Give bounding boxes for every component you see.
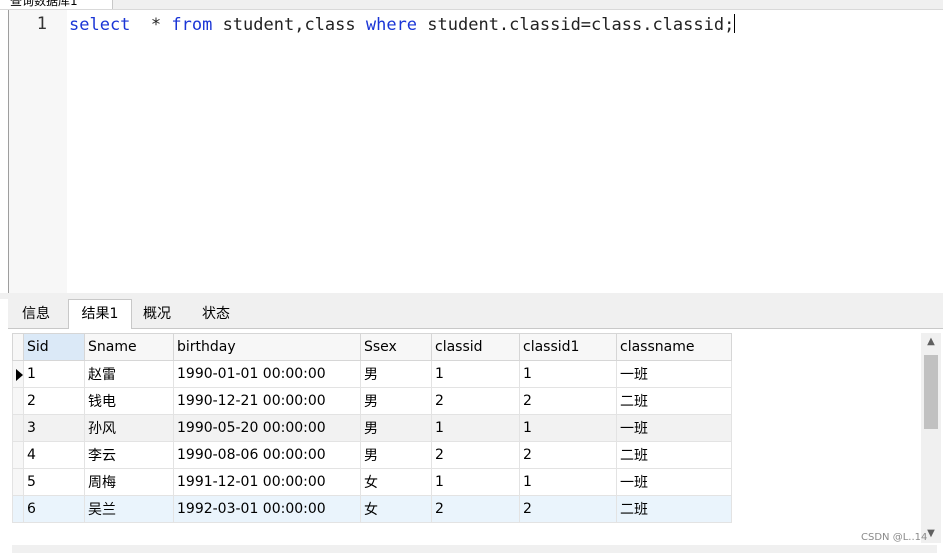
cell-classname[interactable]: 二班 bbox=[616, 441, 732, 469]
table-row[interactable]: 3 孙风 1990-05-20 00:00:00 男 1 1 一班 bbox=[12, 414, 732, 442]
tab-status[interactable]: 状态 bbox=[188, 301, 244, 327]
cell-birthday[interactable]: 1990-08-06 00:00:00 bbox=[173, 441, 361, 469]
query-tab-label: 查询数据库1 bbox=[10, 0, 78, 8]
current-row-indicator bbox=[12, 360, 24, 388]
cell-classid[interactable]: 2 bbox=[431, 387, 520, 415]
sql-editor[interactable]: 1 select * from student,class where stud… bbox=[8, 10, 943, 293]
cell-sname[interactable]: 吴兰 bbox=[84, 495, 174, 523]
header-row: Sid Sname birthday Ssex classid classid1… bbox=[12, 333, 732, 361]
cell-classid[interactable]: 1 bbox=[431, 414, 520, 442]
cell-classid[interactable]: 2 bbox=[431, 441, 520, 469]
cell-sname[interactable]: 李云 bbox=[84, 441, 174, 469]
tab-info[interactable]: 信息 bbox=[8, 301, 64, 327]
cell-ssex[interactable]: 男 bbox=[360, 414, 432, 442]
code-text-condition: student.classid=class.classid; bbox=[417, 15, 735, 35]
cell-sid[interactable]: 1 bbox=[23, 360, 85, 388]
watermark: CSDN @L..14 bbox=[861, 532, 928, 543]
column-header-classname[interactable]: classname bbox=[616, 333, 732, 361]
cell-classid1[interactable]: 2 bbox=[519, 387, 617, 415]
cell-classid[interactable]: 2 bbox=[431, 495, 520, 523]
row-indicator bbox=[12, 387, 24, 415]
cell-sname[interactable]: 孙风 bbox=[84, 414, 174, 442]
current-row-arrow-icon bbox=[16, 369, 23, 381]
cell-sname[interactable]: 周梅 bbox=[84, 468, 174, 496]
cell-classid[interactable]: 1 bbox=[431, 360, 520, 388]
code-text-star: * bbox=[130, 15, 172, 35]
cell-ssex[interactable]: 男 bbox=[360, 360, 432, 388]
cell-classid1[interactable]: 1 bbox=[519, 360, 617, 388]
row-indicator bbox=[12, 468, 24, 496]
table-row[interactable]: 4 李云 1990-08-06 00:00:00 男 2 2 二班 bbox=[12, 441, 732, 469]
tab-result1[interactable]: 结果1 bbox=[68, 299, 132, 330]
query-tab[interactable]: 查询数据库1 bbox=[0, 0, 113, 9]
table-row[interactable]: 1 赵雷 1990-01-01 00:00:00 男 1 1 一班 bbox=[12, 360, 732, 388]
cell-sid[interactable]: 3 bbox=[23, 414, 85, 442]
column-header-classid[interactable]: classid bbox=[431, 333, 520, 361]
table-row[interactable]: 6 吴兰 1992-03-01 00:00:00 女 2 2 二班 bbox=[12, 495, 732, 523]
cell-classname[interactable]: 二班 bbox=[616, 495, 732, 523]
cell-ssex[interactable]: 女 bbox=[360, 468, 432, 496]
result-tabs: 信息 结果1 概况 状态 bbox=[8, 299, 943, 330]
cell-ssex[interactable]: 男 bbox=[360, 387, 432, 415]
cell-birthday[interactable]: 1991-12-01 00:00:00 bbox=[173, 468, 361, 496]
cell-birthday[interactable]: 1990-05-20 00:00:00 bbox=[173, 414, 361, 442]
cell-classname[interactable]: 一班 bbox=[616, 468, 732, 496]
cell-classname[interactable]: 二班 bbox=[616, 387, 732, 415]
row-indicator bbox=[12, 495, 24, 523]
cell-classname[interactable]: 一班 bbox=[616, 414, 732, 442]
chevron-up-icon[interactable]: ▲ bbox=[921, 333, 941, 351]
cell-sid[interactable]: 2 bbox=[23, 387, 85, 415]
result-grid: Sid Sname birthday Ssex classid classid1… bbox=[12, 333, 732, 523]
cell-sname[interactable]: 赵雷 bbox=[84, 360, 174, 388]
cell-classid[interactable]: 1 bbox=[431, 468, 520, 496]
query-tab-strip: 查询数据库1 bbox=[0, 0, 943, 10]
row-indicator bbox=[12, 441, 24, 469]
column-header-sid[interactable]: Sid bbox=[23, 333, 85, 361]
column-header-sname[interactable]: Sname bbox=[84, 333, 174, 361]
cell-classid1[interactable]: 1 bbox=[519, 468, 617, 496]
cell-classid1[interactable]: 2 bbox=[519, 495, 617, 523]
line-number-gutter: 1 bbox=[9, 10, 67, 293]
tab-overview[interactable]: 概况 bbox=[132, 301, 182, 327]
cell-classname[interactable]: 一班 bbox=[616, 360, 732, 388]
table-row[interactable]: 2 钱电 1990-12-21 00:00:00 男 2 2 二班 bbox=[12, 387, 732, 415]
cell-sname[interactable]: 钱电 bbox=[84, 387, 174, 415]
horizontal-scrollbar[interactable] bbox=[12, 545, 937, 553]
line-number: 1 bbox=[36, 14, 47, 34]
table-row[interactable]: 5 周梅 1991-12-01 00:00:00 女 1 1 一班 bbox=[12, 468, 732, 496]
cell-sid[interactable]: 6 bbox=[23, 495, 85, 523]
keyword-select: select bbox=[69, 15, 131, 35]
cell-ssex[interactable]: 男 bbox=[360, 441, 432, 469]
scrollbar-thumb[interactable] bbox=[924, 355, 938, 429]
cell-birthday[interactable]: 1990-01-01 00:00:00 bbox=[173, 360, 361, 388]
result-grid-area: Sid Sname birthday Ssex classid classid1… bbox=[8, 329, 943, 553]
cell-birthday[interactable]: 1992-03-01 00:00:00 bbox=[173, 495, 361, 523]
code-line[interactable]: select * from student,class where studen… bbox=[69, 14, 736, 35]
cell-sid[interactable]: 5 bbox=[23, 468, 85, 496]
column-header-ssex[interactable]: Ssex bbox=[360, 333, 432, 361]
cell-sid[interactable]: 4 bbox=[23, 441, 85, 469]
cell-ssex[interactable]: 女 bbox=[360, 495, 432, 523]
code-text-tables: student,class bbox=[212, 15, 366, 35]
keyword-from: from bbox=[171, 15, 213, 35]
cell-birthday[interactable]: 1990-12-21 00:00:00 bbox=[173, 387, 361, 415]
column-header-classid1[interactable]: classid1 bbox=[519, 333, 617, 361]
row-indicator bbox=[12, 414, 24, 442]
text-caret bbox=[734, 14, 736, 33]
row-indicator-header bbox=[12, 333, 24, 361]
column-header-birthday[interactable]: birthday bbox=[173, 333, 361, 361]
vertical-scrollbar[interactable]: ▲ ▼ bbox=[921, 333, 941, 543]
cell-classid1[interactable]: 1 bbox=[519, 414, 617, 442]
cell-classid1[interactable]: 2 bbox=[519, 441, 617, 469]
keyword-where: where bbox=[365, 15, 418, 35]
